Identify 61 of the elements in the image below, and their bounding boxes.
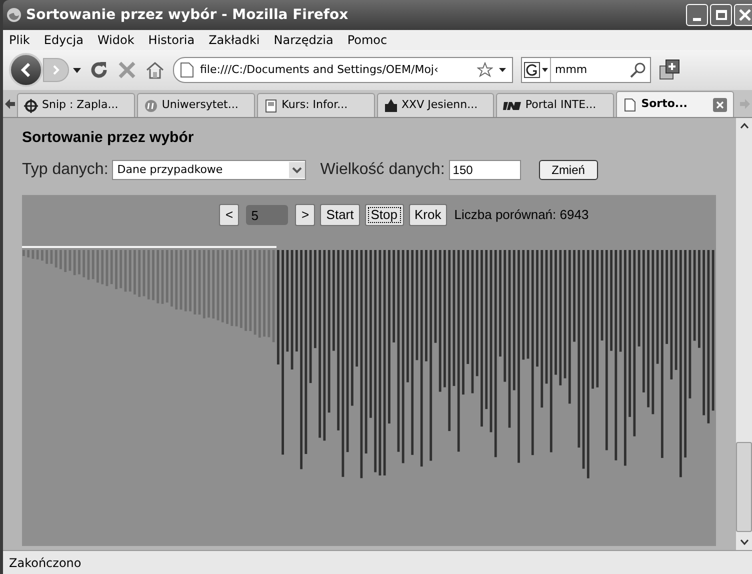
- maximize-button[interactable]: [710, 4, 732, 26]
- star-icon[interactable]: [477, 62, 493, 78]
- browser-tab[interactable]: XXV Jesienn...: [376, 93, 494, 117]
- change-button[interactable]: Zmień: [538, 160, 598, 180]
- browser-tab[interactable]: Uniwersytet...: [136, 93, 255, 117]
- minimize-button[interactable]: [686, 4, 708, 26]
- status-text: Zakończono: [9, 554, 82, 572]
- field-label: Wielkość danych:: [320, 160, 445, 180]
- close-tab-icon[interactable]: [713, 98, 728, 112]
- scrollbar-thumb[interactable]: [736, 442, 752, 532]
- browser-tab[interactable]: Portal INTE...: [496, 93, 614, 117]
- window-title: Sortowanie przez wybór - Mozilla Firefox: [26, 6, 350, 24]
- step-button[interactable]: Krok: [408, 204, 448, 226]
- reload-icon[interactable]: [89, 60, 109, 80]
- page-icon: [180, 62, 194, 78]
- dropdown-arrow-icon[interactable]: [542, 68, 548, 72]
- logo-icon: [144, 98, 158, 112]
- page-heading: Sortowanie przez wybór: [22, 128, 195, 148]
- search-field[interactable]: mmm: [521, 57, 651, 83]
- page-icon: [623, 98, 638, 112]
- logo-icon: [503, 100, 522, 110]
- stop-button[interactable]: Stop: [364, 204, 404, 226]
- chevron-right-icon: [52, 65, 60, 75]
- size-input[interactable]: 150: [448, 160, 521, 180]
- scroll-left-icon[interactable]: [5, 99, 15, 109]
- browser-tab[interactable]: Sorto...: [616, 91, 734, 117]
- menu-item[interactable]: Zakładki: [208, 31, 260, 49]
- start-button[interactable]: Start: [320, 204, 360, 226]
- search-icon[interactable]: [630, 62, 646, 78]
- data-type-select[interactable]: Dane przypadkowe: [112, 160, 306, 180]
- field-label: Typ danych:: [22, 160, 108, 180]
- menu-item[interactable]: Edycja: [44, 31, 84, 49]
- scroll-down-icon[interactable]: [740, 539, 748, 545]
- dropdown-arrow-icon[interactable]: [73, 68, 81, 72]
- logo-icon: [384, 98, 398, 112]
- add-tab-icon[interactable]: [659, 59, 681, 81]
- menu-item[interactable]: Narzędzia: [274, 31, 334, 49]
- back-button[interactable]: [9, 53, 43, 87]
- browser-tab[interactable]: Kurs: Infor...: [256, 93, 375, 117]
- menu-item[interactable]: Plik: [9, 31, 30, 49]
- crosshair-icon: [24, 98, 38, 112]
- chevron-left-icon: [20, 63, 32, 77]
- address-bar[interactable]: file:///C:/Documents and Settings/OEM/Moj‹: [173, 57, 513, 83]
- scroll-up-icon[interactable]: [740, 123, 748, 129]
- close-button[interactable]: [734, 4, 752, 26]
- url-text: file:///C:/Documents and Settings/OEM/Moj‹: [200, 62, 440, 78]
- dropdown-arrow-icon[interactable]: [499, 68, 506, 72]
- menu-item[interactable]: Pomoc: [347, 31, 388, 49]
- search-text: mmm: [555, 62, 588, 78]
- firefox-icon: [6, 7, 22, 23]
- next-button[interactable]: >: [295, 204, 316, 226]
- menu-item[interactable]: Widok: [97, 31, 134, 49]
- page-icon: [264, 98, 278, 112]
- search-engine-icon[interactable]: [524, 62, 540, 78]
- comparisons-counter: Liczba porównań: 6943: [454, 206, 589, 224]
- browser-tab[interactable]: Snip : Zapla...: [16, 93, 135, 117]
- previous-button[interactable]: <: [219, 204, 240, 226]
- menu-item[interactable]: Historia: [148, 31, 195, 49]
- speed-input[interactable]: 5: [246, 205, 288, 225]
- home-icon[interactable]: [145, 61, 165, 79]
- scrollbar[interactable]: [736, 118, 752, 550]
